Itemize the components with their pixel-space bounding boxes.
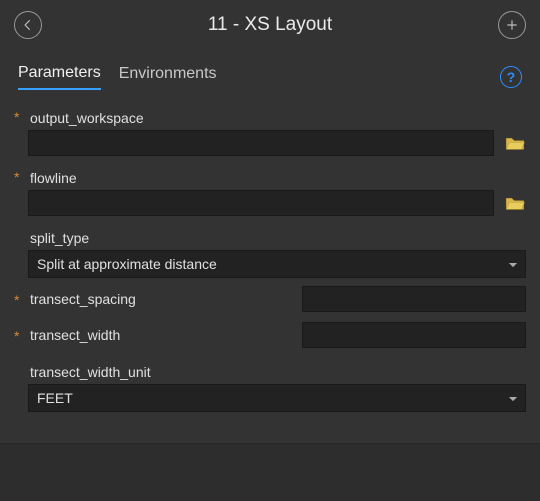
browse-flowline[interactable]: [504, 192, 526, 214]
arrow-left-icon: [21, 18, 35, 32]
folder-icon: [505, 135, 525, 151]
browse-output-workspace[interactable]: [504, 132, 526, 154]
chevron-down-icon: [509, 256, 517, 272]
input-transect-spacing[interactable]: [302, 286, 526, 312]
add-button[interactable]: [498, 11, 526, 39]
select-transect-width-unit[interactable]: FEET: [28, 384, 526, 412]
help-icon: ?: [507, 69, 516, 85]
back-button[interactable]: [14, 11, 42, 39]
field-split-type-input-row: Split at approximate distance: [14, 250, 526, 278]
field-output-workspace-input-row: [14, 130, 526, 156]
label-transect-spacing: transect_spacing: [28, 291, 302, 307]
field-transect-width-unit-input-row: FEET: [14, 384, 526, 412]
folder-icon: [505, 195, 525, 211]
field-flowline-label-row: * flowline: [14, 164, 526, 188]
field-split-type-label-row: split_type: [14, 224, 526, 248]
tab-environments[interactable]: Environments: [119, 65, 217, 89]
select-transect-width-unit-value: FEET: [37, 390, 73, 406]
chevron-down-icon: [509, 390, 517, 406]
required-marker: *: [14, 108, 28, 124]
page-title: 11 - XS Layout: [42, 14, 498, 36]
required-marker: *: [14, 327, 28, 343]
field-flowline-input-row: [14, 190, 526, 216]
spacer: [14, 369, 28, 371]
select-split-type-value: Split at approximate distance: [37, 256, 217, 272]
help-button[interactable]: ?: [500, 66, 522, 88]
input-output-workspace[interactable]: [28, 130, 494, 156]
label-split-type: split_type: [28, 224, 526, 248]
input-transect-width[interactable]: [302, 322, 526, 348]
required-marker: *: [14, 168, 28, 184]
field-transect-width: * transect_width: [14, 322, 526, 348]
header: 11 - XS Layout: [0, 0, 540, 50]
field-transect-spacing: * transect_spacing: [14, 286, 526, 312]
label-output-workspace: output_workspace: [28, 104, 526, 128]
label-transect-width-unit: transect_width_unit: [28, 358, 526, 382]
footer-panel: [0, 443, 540, 501]
tab-parameters[interactable]: Parameters: [18, 64, 101, 90]
parameters-form: * output_workspace * flowline split_type: [0, 94, 540, 430]
tabs: Parameters Environments ?: [0, 50, 540, 94]
input-flowline[interactable]: [28, 190, 494, 216]
field-transect-width-unit-label-row: transect_width_unit: [14, 358, 526, 382]
spacer: [14, 235, 28, 237]
label-transect-width: transect_width: [28, 327, 302, 343]
label-flowline: flowline: [28, 164, 526, 188]
field-output-workspace-label-row: * output_workspace: [14, 104, 526, 128]
select-split-type[interactable]: Split at approximate distance: [28, 250, 526, 278]
required-marker: *: [14, 291, 28, 307]
plus-icon: [505, 18, 519, 32]
